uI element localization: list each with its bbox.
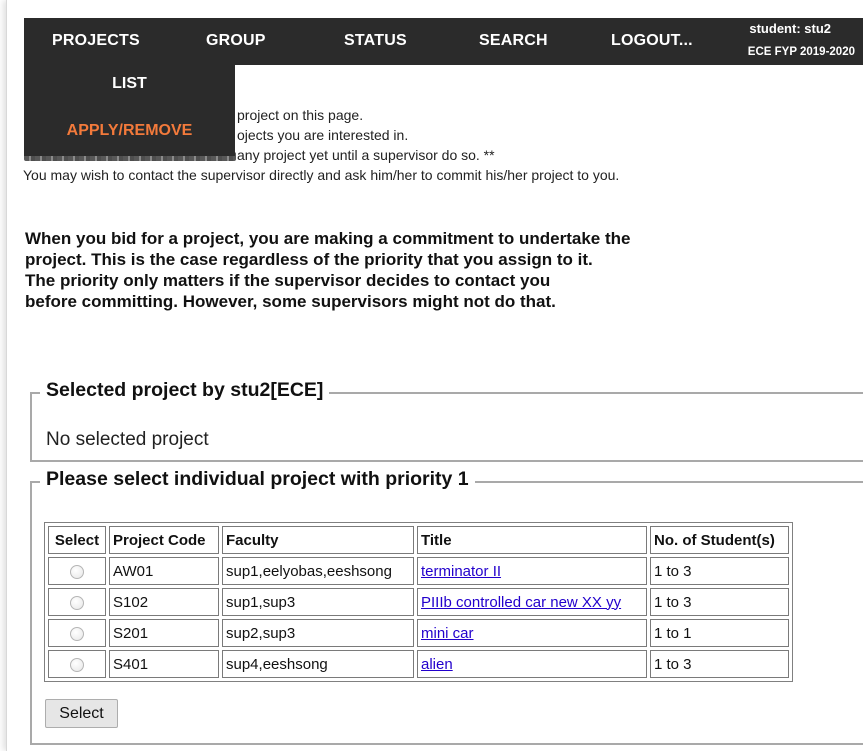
user-name: student: stu2 (749, 21, 831, 36)
project-faculty: sup2,sup3 (222, 619, 414, 647)
projects-dropdown-menu: LIST APPLY/REMOVE (24, 65, 235, 156)
project-code: S102 (109, 588, 219, 616)
notice-line-2: project. This is the case regardless of … (25, 250, 593, 269)
intro-line-2: ojects you are interested in. (237, 127, 409, 143)
user-term: ECE FYP 2019-2020 (747, 46, 855, 58)
user-info: student: stu2 ECE FYP 2019-2020 (707, 18, 857, 65)
project-radio[interactable] (70, 564, 84, 579)
project-radio[interactable] (70, 595, 84, 610)
intro-line-1: project on this page. (237, 107, 364, 123)
project-students: 1 to 3 (650, 588, 789, 616)
select-cell (48, 557, 106, 585)
project-title-cell: alien (417, 650, 647, 678)
header-title: Title (417, 526, 647, 554)
table-row: S401 sup4,eeshsong alien 1 to 3 (48, 650, 789, 678)
notice-line-1: When you bid for a project, you are maki… (25, 229, 631, 248)
nav-group[interactable]: GROUP (206, 18, 266, 65)
project-title-cell: mini car (417, 619, 647, 647)
notice-line-3: The priority only matters if the supervi… (25, 271, 551, 290)
table-row: S201 sup2,sup3 mini car 1 to 1 (48, 619, 789, 647)
project-students: 1 to 3 (650, 557, 789, 585)
no-selected-text: No selected project (46, 429, 209, 450)
project-code: AW01 (109, 557, 219, 585)
project-students: 1 to 1 (650, 619, 789, 647)
nav-status[interactable]: STATUS (344, 18, 407, 65)
intro-line-4: You may wish to contact the supervisor d… (23, 167, 620, 183)
project-title-link[interactable]: PIIIb controlled car new XX yy (421, 594, 621, 611)
project-radio[interactable] (70, 657, 84, 672)
top-navbar: PROJECTS GROUP STATUS SEARCH LOGOUT... s… (24, 18, 863, 65)
nav-projects[interactable]: PROJECTS (52, 18, 140, 65)
project-radio[interactable] (70, 626, 84, 641)
project-title-link[interactable]: alien (421, 656, 453, 673)
project-faculty: sup4,eeshsong (222, 650, 414, 678)
project-title-link[interactable]: terminator II (421, 563, 501, 580)
table-row: AW01 sup1,eelyobas,eeshsong terminator I… (48, 557, 789, 585)
select-cell (48, 619, 106, 647)
header-project-code: Project Code (109, 526, 219, 554)
header-num-students: No. of Student(s) (650, 526, 789, 554)
select-button[interactable]: Select (45, 699, 118, 728)
project-students: 1 to 3 (650, 650, 789, 678)
project-code: S401 (109, 650, 219, 678)
select-cell (48, 650, 106, 678)
table-header-row: Select Project Code Faculty Title No. of… (48, 526, 789, 554)
priority-legend: Please select individual project with pr… (40, 468, 475, 491)
intro-line-3: any project yet until a supervisor do so… (237, 147, 495, 163)
commitment-notice: When you bid for a project, you are maki… (25, 228, 785, 312)
header-select: Select (48, 526, 106, 554)
project-title-cell: PIIIb controlled car new XX yy (417, 588, 647, 616)
project-faculty: sup1,eelyobas,eeshsong (222, 557, 414, 585)
project-faculty: sup1,sup3 (222, 588, 414, 616)
project-title-cell: terminator II (417, 557, 647, 585)
menu-item-list[interactable]: LIST (24, 75, 235, 93)
project-title-link[interactable]: mini car (421, 625, 474, 642)
notice-line-4: before committing. However, some supervi… (25, 292, 556, 311)
select-cell (48, 588, 106, 616)
table-row: S102 sup1,sup3 PIIIb controlled car new … (48, 588, 789, 616)
header-faculty: Faculty (222, 526, 414, 554)
nav-search[interactable]: SEARCH (479, 18, 548, 65)
nav-logout[interactable]: LOGOUT... (611, 18, 693, 65)
project-code: S201 (109, 619, 219, 647)
menu-item-apply-remove[interactable]: APPLY/REMOVE (24, 122, 235, 140)
project-table: Select Project Code Faculty Title No. of… (44, 522, 793, 682)
selected-project-legend: Selected project by stu2[ECE] (40, 379, 330, 402)
selected-project-fieldset: Selected project by stu2[ECE] (30, 379, 863, 462)
